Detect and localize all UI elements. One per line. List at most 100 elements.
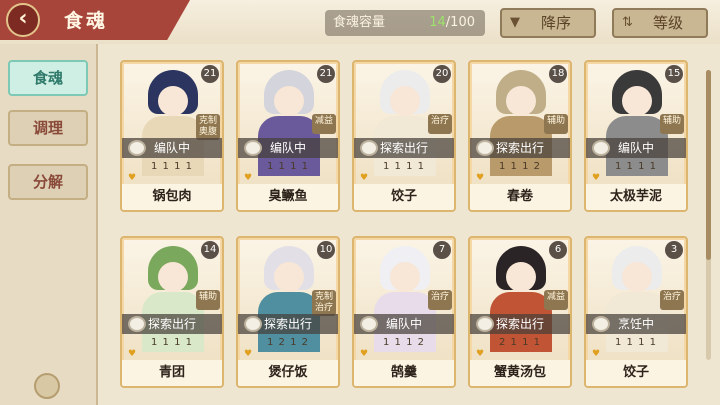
capacity-total: /100 bbox=[445, 15, 475, 30]
foodsoul-card[interactable]: 14 辅助 探索出行 1 1 1 1 ♥ 青团 bbox=[120, 236, 224, 388]
status-bar: 编队中 bbox=[122, 138, 222, 158]
stat-values: 1 1 1 1 bbox=[615, 161, 657, 172]
level-badge: 21 bbox=[317, 65, 335, 83]
sidebar-item-decompose[interactable]: 分解 bbox=[8, 164, 88, 200]
role-tag: 治疗 bbox=[428, 290, 452, 310]
role-tag: 减益 bbox=[312, 114, 336, 134]
status-bar: 编队中 bbox=[354, 314, 454, 334]
top-bar: ‹ 食魂 食魂容量 14/100 ▼ 降序 ⇅ 等级 bbox=[0, 0, 720, 44]
level-badge: 21 bbox=[201, 65, 219, 83]
stat-values: 1 1 1 1 bbox=[615, 337, 657, 348]
portrait-face bbox=[158, 86, 188, 116]
capacity-display: 食魂容量 14/100 bbox=[325, 10, 485, 36]
heart-icon: ♥ bbox=[476, 349, 485, 359]
level-badge: 14 bbox=[201, 241, 219, 259]
sort-desc-icon: ▼ bbox=[510, 15, 520, 30]
sidebar-item-label: 调理 bbox=[32, 119, 63, 137]
level-badge: 7 bbox=[433, 241, 451, 259]
pot-icon bbox=[476, 140, 494, 156]
level-badge: 10 bbox=[317, 241, 335, 259]
pot-icon bbox=[360, 140, 378, 156]
role-tag: 克制 奥腹 bbox=[196, 114, 220, 140]
back-button[interactable]: ‹ bbox=[6, 3, 40, 37]
sort-toggle-icon: ⇅ bbox=[622, 15, 633, 30]
foodsoul-card[interactable]: 21 克制 奥腹 编队中 1 1 1 1 ♥ 锅包肉 bbox=[120, 60, 224, 212]
pot-icon bbox=[476, 316, 494, 332]
level-badge: 18 bbox=[549, 65, 567, 83]
status-label: 编队中 bbox=[269, 141, 306, 155]
chevron-left-icon: ‹ bbox=[18, 6, 28, 31]
heart-icon: ♥ bbox=[128, 349, 137, 359]
status-bar: 探索出行 bbox=[470, 314, 570, 334]
stat-values: 1 1 1 2 bbox=[499, 161, 541, 172]
heart-icon: ♥ bbox=[592, 173, 601, 183]
status-label: 烹饪中 bbox=[617, 317, 654, 331]
portrait-face bbox=[158, 262, 188, 292]
card-name: 太极芋泥 bbox=[586, 184, 686, 210]
pot-icon bbox=[244, 140, 262, 156]
status-label: 编队中 bbox=[153, 141, 190, 155]
status-bar: 探索出行 bbox=[354, 138, 454, 158]
foodsoul-card[interactable]: 21 减益 编队中 1 1 1 1 ♥ 臭鳜鱼 bbox=[236, 60, 340, 212]
card-name: 青团 bbox=[122, 360, 222, 386]
pot-icon bbox=[592, 316, 610, 332]
scrollbar-thumb[interactable] bbox=[706, 70, 711, 260]
stat-values: 1 2 1 2 bbox=[267, 337, 309, 348]
foodsoul-card[interactable]: 7 治疗 编队中 1 1 1 2 ♥ 鹄羹 bbox=[352, 236, 456, 388]
portrait-face bbox=[506, 262, 536, 292]
heart-icon: ♥ bbox=[592, 349, 601, 359]
status-bar: 探索出行 bbox=[238, 314, 338, 334]
foodsoul-card[interactable]: 10 克制 治疗 探索出行 1 2 1 2 ♥ 煲仔饭 bbox=[236, 236, 340, 388]
capacity-value: 14/100 bbox=[429, 10, 475, 36]
heart-icon: ♥ bbox=[128, 173, 137, 183]
role-tag: 辅助 bbox=[660, 114, 684, 134]
sidebar: 食魂 调理 分解 bbox=[0, 44, 98, 405]
role-tag: 辅助 bbox=[544, 114, 568, 134]
foodsoul-card[interactable]: 3 治疗 烹饪中 1 1 1 1 ♥ 饺子 bbox=[584, 236, 688, 388]
status-bar: 探索出行 bbox=[470, 138, 570, 158]
status-bar: 编队中 bbox=[586, 138, 686, 158]
status-label: 编队中 bbox=[617, 141, 654, 155]
status-bar: 探索出行 bbox=[122, 314, 222, 334]
role-tag: 辅助 bbox=[196, 290, 220, 310]
sort-key-button[interactable]: ⇅ 等级 bbox=[612, 8, 708, 38]
portrait-face bbox=[622, 262, 652, 292]
sort-order-button[interactable]: ▼ 降序 bbox=[500, 8, 596, 38]
sidebar-item-cook[interactable]: 调理 bbox=[8, 110, 88, 146]
pot-icon bbox=[128, 316, 146, 332]
foodsoul-card[interactable]: 18 辅助 探索出行 1 1 1 2 ♥ 春卷 bbox=[468, 60, 572, 212]
card-name: 春卷 bbox=[470, 184, 570, 210]
portrait-face bbox=[390, 86, 420, 116]
sidebar-item-label: 食魂 bbox=[32, 69, 63, 87]
pot-icon bbox=[244, 316, 262, 332]
status-label: 探索出行 bbox=[379, 141, 428, 155]
heart-icon: ♥ bbox=[244, 173, 253, 183]
level-badge: 6 bbox=[549, 241, 567, 259]
capacity-current: 14 bbox=[429, 15, 446, 30]
heart-icon: ♥ bbox=[360, 349, 369, 359]
card-name: 臭鳜鱼 bbox=[238, 184, 338, 210]
sidebar-item-label: 分解 bbox=[32, 173, 63, 191]
role-tag: 克制 治疗 bbox=[312, 290, 336, 316]
foodsoul-card[interactable]: 15 辅助 编队中 1 1 1 1 ♥ 太极芋泥 bbox=[584, 60, 688, 212]
status-label: 探索出行 bbox=[495, 141, 544, 155]
card-name: 煲仔饭 bbox=[238, 360, 338, 386]
portrait-face bbox=[274, 262, 304, 292]
card-name: 饺子 bbox=[586, 360, 686, 386]
status-label: 探索出行 bbox=[495, 317, 544, 331]
portrait-face bbox=[390, 262, 420, 292]
scrollbar[interactable] bbox=[706, 70, 711, 360]
card-name: 锅包肉 bbox=[122, 184, 222, 210]
foodsoul-card[interactable]: 6 减益 探索出行 2 1 1 1 ♥ 蟹黄汤包 bbox=[468, 236, 572, 388]
status-label: 编队中 bbox=[385, 317, 422, 331]
sidebar-item-foodsoul[interactable]: 食魂 bbox=[8, 60, 88, 96]
role-tag: 治疗 bbox=[660, 290, 684, 310]
sort-order-label: 降序 bbox=[540, 14, 571, 32]
card-name: 鹄羹 bbox=[354, 360, 454, 386]
sort-key-label: 等级 bbox=[652, 14, 683, 32]
foodsoul-card[interactable]: 20 治疗 探索出行 1 1 1 1 ♥ 饺子 bbox=[352, 60, 456, 212]
stat-values: 1 1 1 1 bbox=[383, 161, 425, 172]
portrait-face bbox=[274, 86, 304, 116]
role-tag: 治疗 bbox=[428, 114, 452, 134]
pot-icon bbox=[128, 140, 146, 156]
